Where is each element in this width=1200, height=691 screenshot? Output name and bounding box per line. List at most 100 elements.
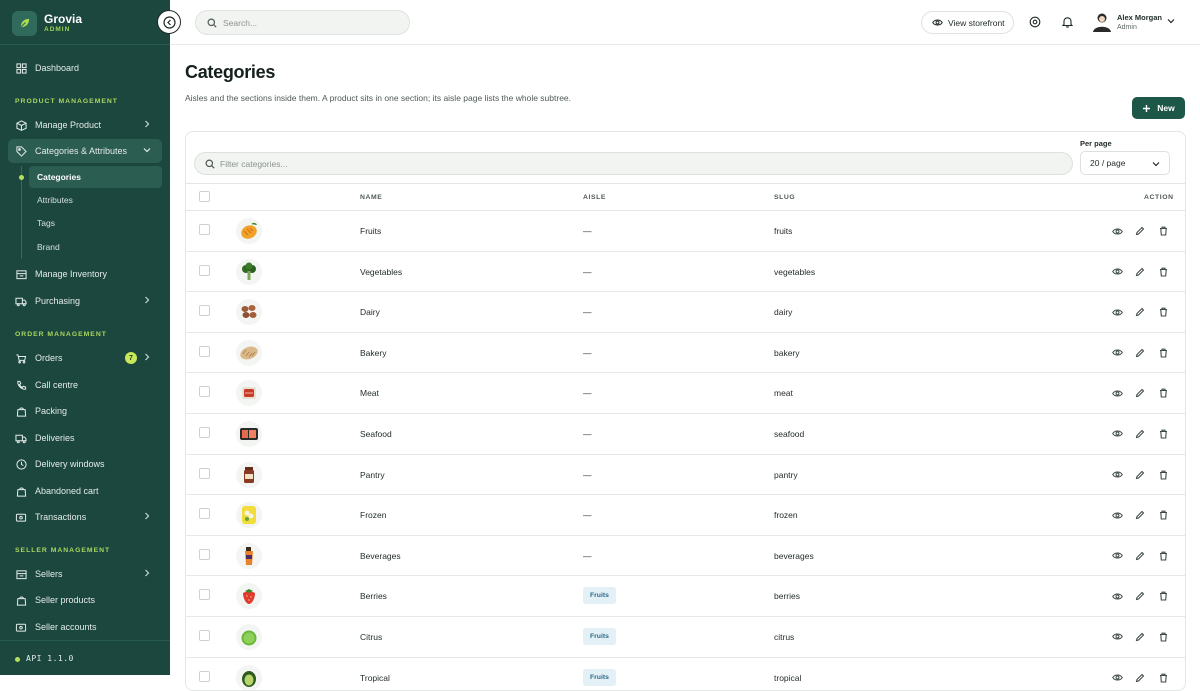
delete-trash-icon[interactable] <box>1157 509 1169 521</box>
sidebar-item-call-centre[interactable]: Call centre <box>8 373 162 397</box>
global-search[interactable] <box>195 10 410 35</box>
row-checkbox[interactable] <box>199 589 210 601</box>
sidebar-item-purchasing[interactable]: Purchasing <box>8 289 162 313</box>
row-checkbox[interactable] <box>199 264 210 276</box>
sidebar-item-dashboard[interactable]: Dashboard <box>8 56 162 80</box>
sidebar-item-delivery-windows[interactable]: Delivery windows <box>8 452 162 476</box>
sidebar-item-deliveries[interactable]: Deliveries <box>8 426 162 450</box>
table-row[interactable]: Berries Fruits berries <box>186 576 1185 617</box>
user-name[interactable]: Alex Morgan <box>1117 13 1162 22</box>
sidebar-item-abandoned-cart[interactable]: Abandoned cart <box>8 479 162 503</box>
view-eye-icon[interactable] <box>1111 631 1123 643</box>
category-name[interactable]: Pantry <box>360 470 385 480</box>
category-name[interactable]: Vegetables <box>360 267 402 277</box>
view-eye-icon[interactable] <box>1111 509 1123 521</box>
edit-pencil-icon[interactable] <box>1134 266 1146 278</box>
category-name[interactable]: Bakery <box>360 348 386 358</box>
column-header-slug[interactable]: SLUG <box>774 194 795 201</box>
row-checkbox[interactable] <box>199 345 210 357</box>
collapse-sidebar-button[interactable] <box>157 10 181 34</box>
edit-pencil-icon[interactable] <box>1134 347 1146 359</box>
row-checkbox[interactable] <box>199 629 210 641</box>
category-name[interactable]: Meat <box>360 388 379 398</box>
edit-pencil-icon[interactable] <box>1134 590 1146 602</box>
sidebar-item-orders[interactable]: Orders 7 <box>8 346 162 370</box>
category-name[interactable]: Berries <box>360 591 387 601</box>
sidebar-item-manage-inventory[interactable]: Manage Inventory <box>8 262 162 286</box>
row-checkbox[interactable] <box>199 426 210 438</box>
row-checkbox[interactable] <box>199 548 210 560</box>
category-name[interactable]: Fruits <box>360 226 381 236</box>
sidebar-item-manage-product[interactable]: Manage Product <box>8 113 162 137</box>
delete-trash-icon[interactable] <box>1157 672 1169 684</box>
view-eye-icon[interactable] <box>1111 590 1123 602</box>
table-row[interactable]: Tropical Fruits tropical <box>186 658 1185 690</box>
settings-gear-icon[interactable] <box>1028 15 1042 29</box>
view-storefront-button[interactable]: View storefront <box>921 11 1014 34</box>
per-page-select[interactable]: 20 / page <box>1080 151 1170 175</box>
edit-pencil-icon[interactable] <box>1134 469 1146 481</box>
sidebar-subitem-tags[interactable]: Tags <box>29 212 162 234</box>
table-row[interactable]: Vegetables — vegetables <box>186 252 1185 293</box>
view-eye-icon[interactable] <box>1111 306 1123 318</box>
column-header-name[interactable]: NAME <box>360 194 382 201</box>
avatar[interactable] <box>1092 11 1112 33</box>
filter-input[interactable] <box>220 158 1020 169</box>
row-checkbox[interactable] <box>199 305 210 317</box>
row-checkbox[interactable] <box>199 386 210 398</box>
table-row[interactable]: Bakery — bakery <box>186 333 1185 374</box>
edit-pencil-icon[interactable] <box>1134 631 1146 643</box>
category-name[interactable]: Dairy <box>360 307 380 317</box>
table-row[interactable]: Pantry — pantry <box>186 455 1185 496</box>
row-checkbox[interactable] <box>199 224 210 235</box>
view-eye-icon[interactable] <box>1111 225 1123 237</box>
new-category-button[interactable]: New <box>1132 97 1185 119</box>
table-row[interactable]: Citrus Fruits citrus <box>186 617 1185 658</box>
category-name[interactable]: Seafood <box>360 429 392 439</box>
delete-trash-icon[interactable] <box>1157 469 1169 481</box>
row-checkbox[interactable] <box>199 670 210 682</box>
view-eye-icon[interactable] <box>1111 266 1123 278</box>
column-header-aisle[interactable]: AISLE <box>583 194 606 201</box>
edit-pencil-icon[interactable] <box>1134 428 1146 440</box>
table-row[interactable]: Beverages — beverages <box>186 536 1185 577</box>
category-name[interactable]: Citrus <box>360 632 382 642</box>
select-all-checkbox[interactable] <box>199 191 210 202</box>
chevron-down-icon[interactable] <box>1166 16 1176 26</box>
delete-trash-icon[interactable] <box>1157 590 1169 602</box>
sidebar-item-sellers[interactable]: Sellers <box>8 562 162 586</box>
delete-trash-icon[interactable] <box>1157 428 1169 440</box>
edit-pencil-icon[interactable] <box>1134 225 1146 237</box>
view-eye-icon[interactable] <box>1111 672 1123 684</box>
sidebar-subitem-brand[interactable]: Brand <box>29 236 162 258</box>
edit-pencil-icon[interactable] <box>1134 672 1146 684</box>
delete-trash-icon[interactable] <box>1157 550 1169 562</box>
table-row[interactable]: Fruits — fruits <box>186 211 1185 252</box>
filter-bar[interactable] <box>194 152 1073 175</box>
table-row[interactable]: Dairy — dairy <box>186 292 1185 333</box>
edit-pencil-icon[interactable] <box>1134 306 1146 318</box>
view-eye-icon[interactable] <box>1111 469 1123 481</box>
row-checkbox[interactable] <box>199 467 210 479</box>
delete-trash-icon[interactable] <box>1157 347 1169 359</box>
sidebar-item-transactions[interactable]: Transactions <box>8 505 162 529</box>
category-name[interactable]: Beverages <box>360 551 401 561</box>
brand[interactable]: Grovia ADMIN <box>12 10 170 36</box>
table-row[interactable]: Meat — meat <box>186 373 1185 414</box>
sidebar-item-seller-products[interactable]: Seller products <box>8 588 162 612</box>
sidebar-subitem-categories[interactable]: Categories <box>29 166 162 188</box>
category-name[interactable]: Frozen <box>360 510 386 520</box>
view-eye-icon[interactable] <box>1111 428 1123 440</box>
view-eye-icon[interactable] <box>1111 347 1123 359</box>
delete-trash-icon[interactable] <box>1157 631 1169 643</box>
edit-pencil-icon[interactable] <box>1134 509 1146 521</box>
delete-trash-icon[interactable] <box>1157 306 1169 318</box>
edit-pencil-icon[interactable] <box>1134 550 1146 562</box>
category-name[interactable]: Tropical <box>360 673 390 683</box>
table-row[interactable]: Frozen — frozen <box>186 495 1185 536</box>
edit-pencil-icon[interactable] <box>1134 387 1146 399</box>
sidebar-subitem-attributes[interactable]: Attributes <box>29 189 162 211</box>
sidebar-item-packing[interactable]: Packing <box>8 399 162 423</box>
sidebar-item-categories-attributes[interactable]: Categories & Attributes <box>8 139 162 163</box>
table-row[interactable]: Seafood — seafood <box>186 414 1185 455</box>
